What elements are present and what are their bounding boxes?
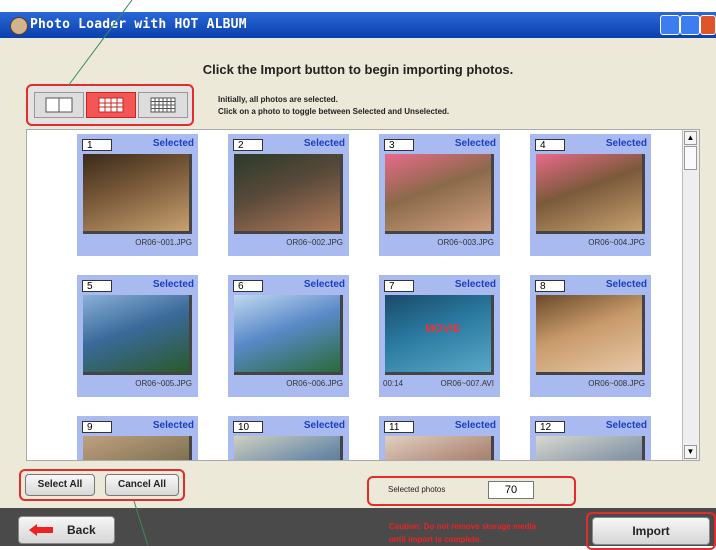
- instructions: Initially, all photos are selected. Clic…: [218, 94, 449, 118]
- selected-count-box: Selected photos 70: [367, 476, 576, 506]
- photo-thumbnail: [536, 295, 645, 375]
- selected-badge: Selected: [152, 138, 194, 149]
- selected-badge: Selected: [605, 279, 647, 290]
- movie-overlay: MOVIE: [425, 323, 461, 335]
- photo-number: 8: [535, 280, 565, 292]
- view-mode-toolbar: [26, 84, 194, 126]
- photo-thumbnail: [83, 436, 192, 460]
- photo-tile-12[interactable]: 12 Selected: [530, 416, 651, 460]
- small-grid-icon: [150, 97, 176, 113]
- cancel-all-button[interactable]: Cancel All: [105, 474, 179, 496]
- photo-tile-3[interactable]: 3 Selected OR06~003.JPG: [379, 134, 500, 256]
- large-view-icon: [45, 97, 73, 113]
- import-highlight: Import: [586, 512, 716, 550]
- caution-line-2: until import is complete.: [389, 535, 482, 544]
- bottom-bar: Back Caution: Do not remove storage medi…: [0, 508, 716, 550]
- photo-tile-11[interactable]: 11 Selected: [379, 416, 500, 460]
- vertical-scrollbar[interactable]: ▲ ▼: [682, 130, 699, 460]
- medium-grid-icon: [98, 97, 124, 113]
- instruction-line-1: Initially, all photos are selected.: [218, 95, 338, 104]
- selection-buttons: Select All Cancel All: [19, 469, 185, 501]
- title-bar: Photo Loader with HOT ALBUM: [0, 12, 716, 38]
- maximize-button[interactable]: [680, 15, 700, 35]
- selected-badge: Selected: [454, 420, 496, 431]
- page-title: Click the Import button to begin importi…: [202, 62, 514, 77]
- close-button[interactable]: [700, 15, 716, 35]
- photo-number: 2: [233, 139, 263, 151]
- photo-filename: OR06~006.JPG: [286, 379, 343, 388]
- photo-number: 12: [535, 421, 565, 433]
- selected-badge: Selected: [303, 138, 345, 149]
- video-duration: 00:14: [383, 379, 404, 388]
- medium-grid-view-button[interactable]: [86, 92, 136, 118]
- photo-filename: OR06~004.JPG: [588, 238, 645, 247]
- selected-badge: Selected: [454, 138, 496, 149]
- photo-tile-7[interactable]: 7 Selected MOVIE OR06~007.AVI 00:14: [379, 275, 500, 397]
- photo-filename: OR06~003.JPG: [437, 238, 494, 247]
- photo-tile-6[interactable]: 6 Selected OR06~006.JPG: [228, 275, 349, 397]
- minimize-button[interactable]: [660, 15, 680, 35]
- caution-line-1: Caution: Do not remove storage media: [389, 522, 537, 531]
- photo-tile-5[interactable]: 5 Selected OR06~005.JPG: [77, 275, 198, 397]
- photo-thumbnail: MOVIE: [385, 295, 494, 375]
- back-label: Back: [67, 523, 96, 537]
- scroll-up-icon[interactable]: ▲: [684, 131, 697, 145]
- selected-badge: Selected: [152, 279, 194, 290]
- window-title: Photo Loader with HOT ALBUM: [30, 17, 247, 32]
- photo-thumbnail: [234, 295, 343, 375]
- photo-number: 1: [82, 139, 112, 151]
- photo-thumbnail: [385, 154, 494, 234]
- photo-number: 11: [384, 421, 414, 433]
- main-panel: Click the Import button to begin importi…: [0, 38, 716, 550]
- select-all-button[interactable]: Select All: [25, 474, 95, 496]
- selected-badge: Selected: [303, 420, 345, 431]
- back-arrow-icon: [29, 524, 53, 536]
- photo-thumbnail: [234, 154, 343, 234]
- photo-tile-2[interactable]: 2 Selected OR06~002.JPG: [228, 134, 349, 256]
- photo-number: 4: [535, 139, 565, 151]
- photo-filename: OR06~005.JPG: [135, 379, 192, 388]
- photo-thumbnail: [536, 154, 645, 234]
- photo-thumbnail: [234, 436, 343, 460]
- instruction-line-2: Click on a photo to toggle between Selec…: [218, 107, 450, 116]
- caution-message: Caution: Do not remove storage media unt…: [389, 520, 536, 546]
- photo-thumbnail: [536, 436, 645, 460]
- photo-number: 3: [384, 139, 414, 151]
- photo-number: 6: [233, 280, 263, 292]
- import-button[interactable]: Import: [592, 517, 710, 545]
- large-view-button[interactable]: [34, 92, 84, 118]
- scroll-down-icon[interactable]: ▼: [684, 445, 697, 459]
- photo-number: 9: [82, 421, 112, 433]
- photo-number: 7: [384, 280, 414, 292]
- photo-filename: OR06~007.AVI: [440, 379, 494, 388]
- photo-tile-4[interactable]: 4 Selected OR06~004.JPG: [530, 134, 651, 256]
- selected-badge: Selected: [605, 420, 647, 431]
- photo-filename: OR06~002.JPG: [286, 238, 343, 247]
- app-logo-icon: [10, 17, 28, 35]
- selected-count-value: 70: [488, 481, 534, 499]
- selected-badge: Selected: [303, 279, 345, 290]
- photo-filename: OR06~008.JPG: [588, 379, 645, 388]
- photo-thumbnail: [385, 436, 494, 460]
- selected-count-label: Selected photos: [388, 485, 446, 494]
- photo-tile-10[interactable]: 10 Selected: [228, 416, 349, 460]
- photo-number: 5: [82, 280, 112, 292]
- photo-filename: OR06~001.JPG: [135, 238, 192, 247]
- selected-badge: Selected: [605, 138, 647, 149]
- photo-tile-1[interactable]: 1 Selected OR06~001.JPG: [77, 134, 198, 256]
- photo-thumbnail: [83, 154, 192, 234]
- back-button[interactable]: Back: [18, 516, 115, 544]
- selected-badge: Selected: [454, 279, 496, 290]
- photo-tile-8[interactable]: 8 Selected OR06~008.JPG: [530, 275, 651, 397]
- selected-badge: Selected: [152, 420, 194, 431]
- scroll-thumb[interactable]: [684, 146, 697, 170]
- photo-thumbnail: [83, 295, 192, 375]
- photo-number: 10: [233, 421, 263, 433]
- small-grid-view-button[interactable]: [138, 92, 188, 118]
- photo-tile-9[interactable]: 9 Selected: [77, 416, 198, 460]
- photo-grid: 1 Selected OR06~001.JPG 2 Selected OR06~002.J…: [26, 129, 700, 461]
